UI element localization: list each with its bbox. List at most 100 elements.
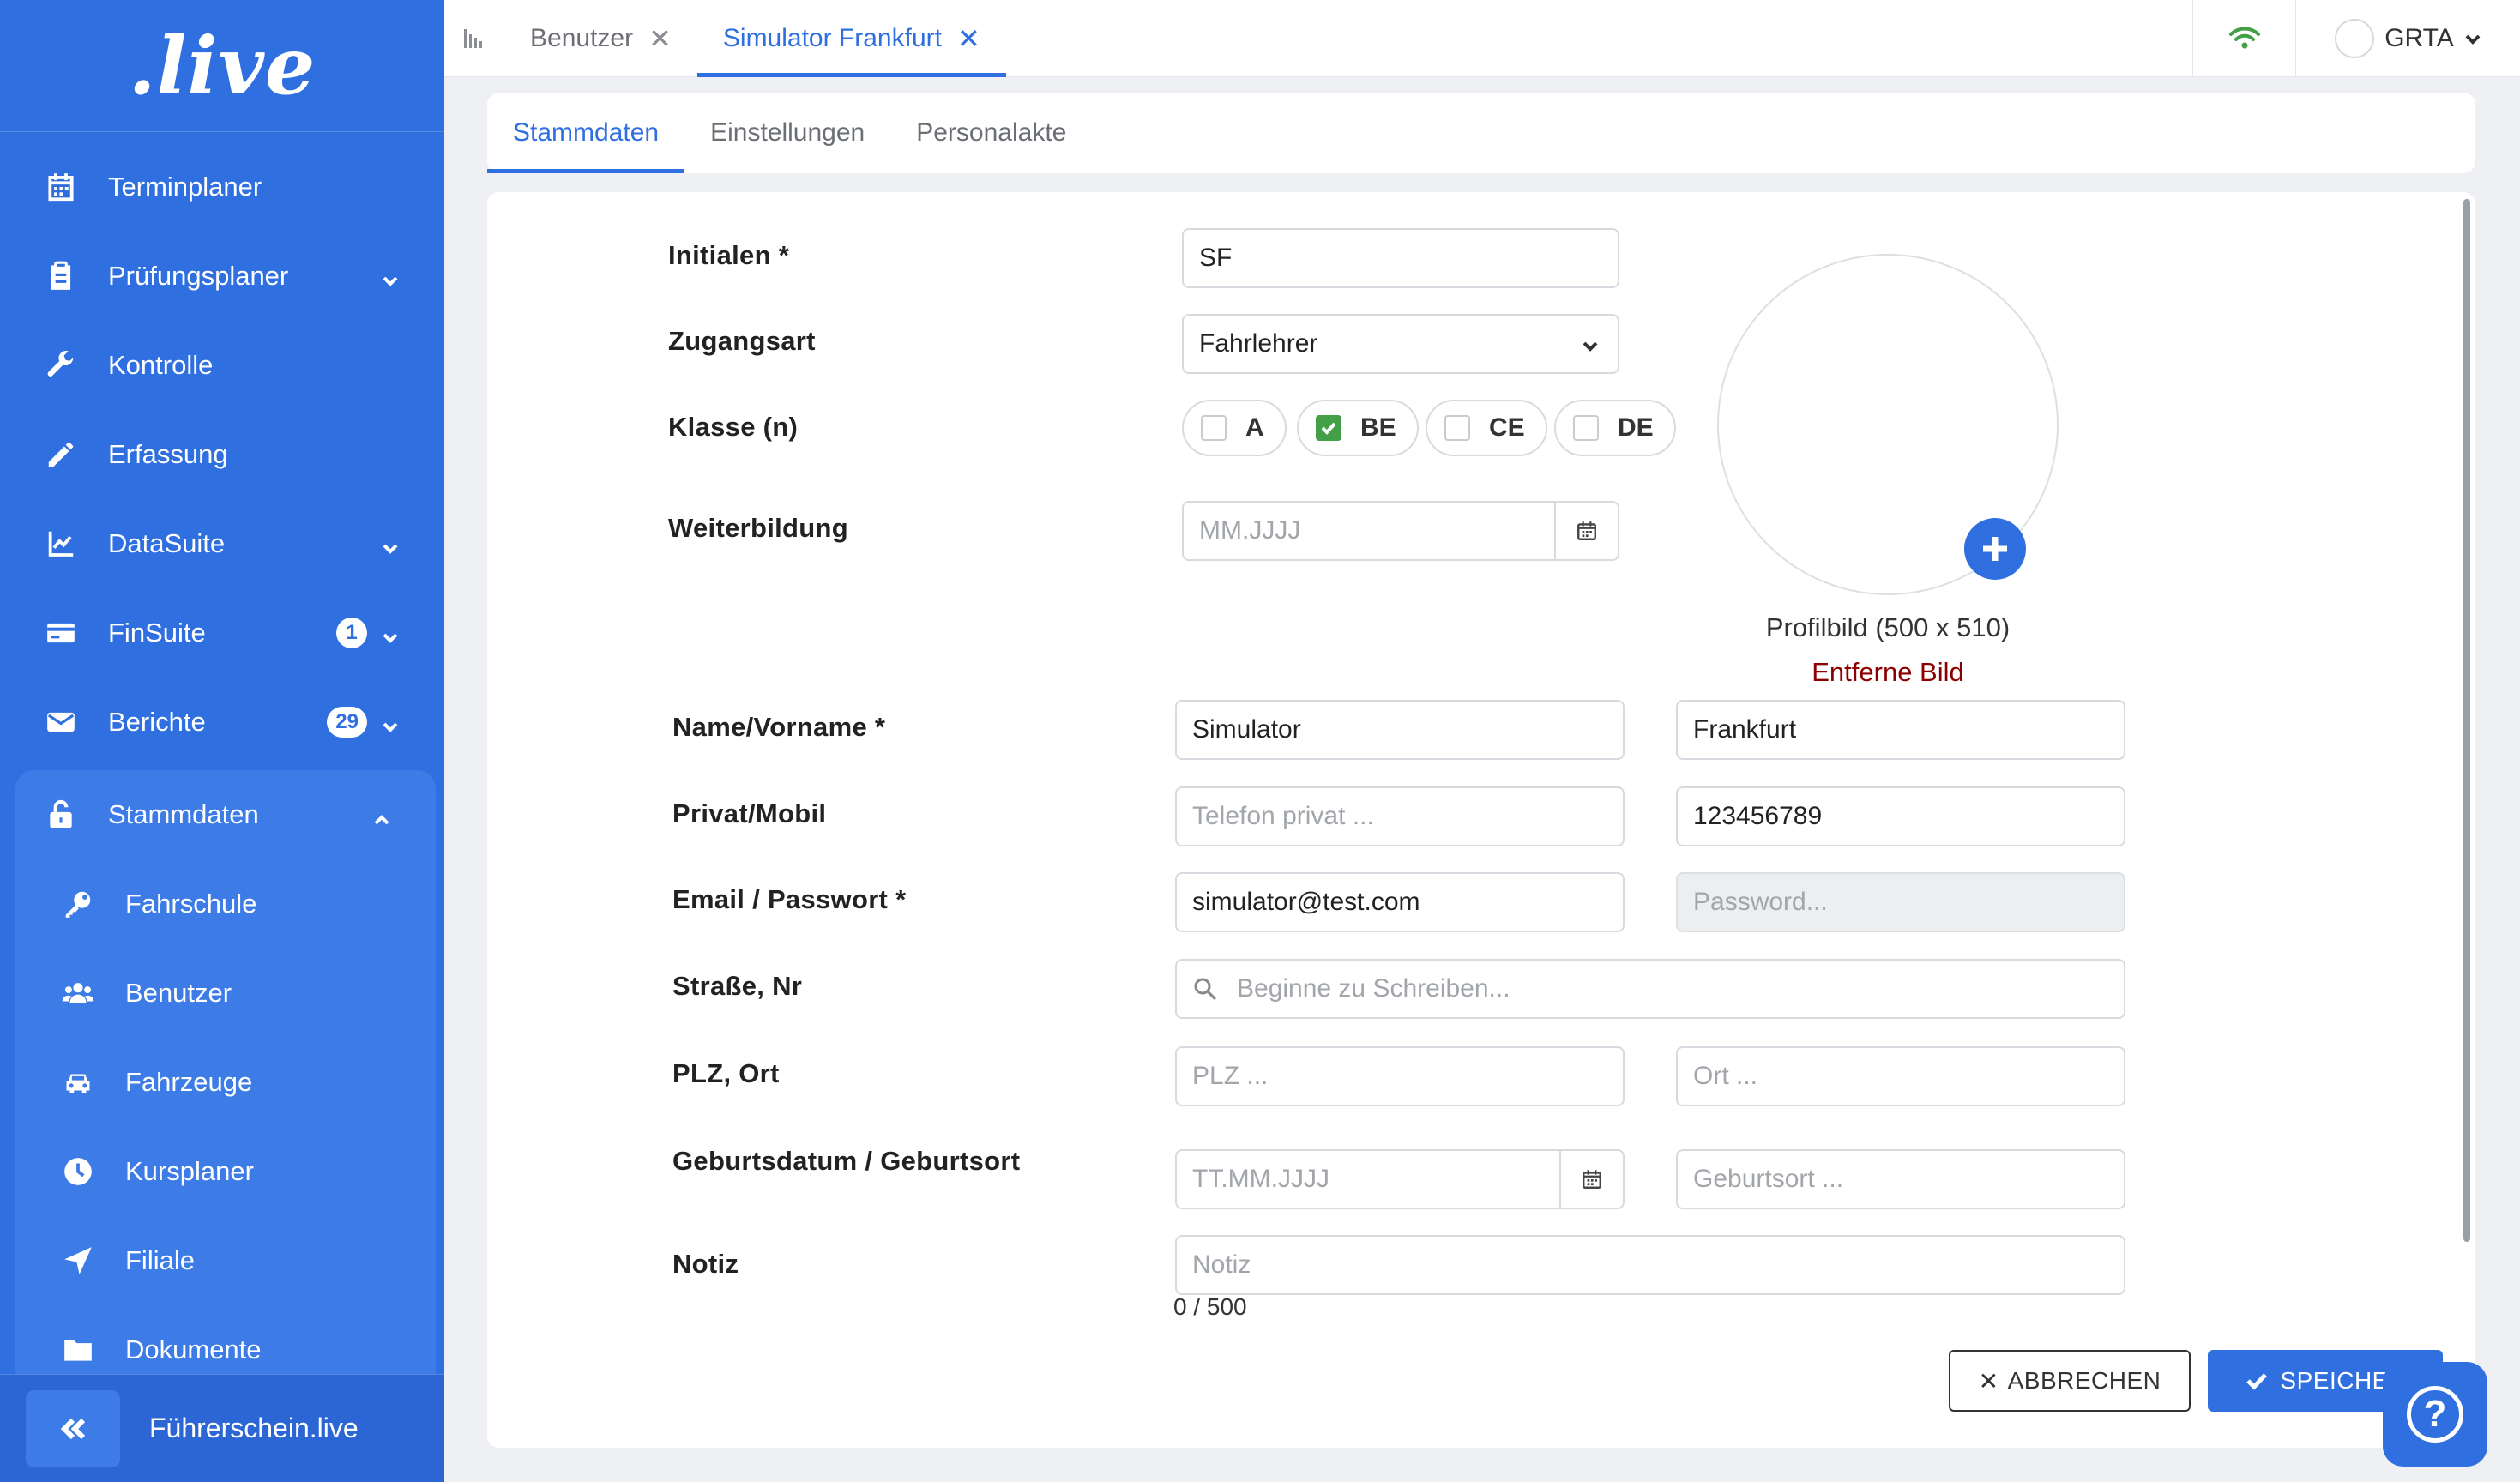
sidebar-item-label: FinSuite bbox=[108, 618, 206, 648]
credit-card-icon bbox=[43, 615, 79, 651]
tab-label: Simulator Frankfurt bbox=[722, 23, 942, 52]
sidebar-item-benutzer[interactable]: Benutzer bbox=[15, 949, 436, 1038]
last-name-value: Simulator bbox=[1192, 715, 1301, 744]
stats-button[interactable] bbox=[444, 0, 504, 76]
pencil-icon bbox=[43, 437, 79, 473]
tab-stammdaten[interactable]: Stammdaten bbox=[487, 93, 685, 173]
initialen-input[interactable]: SF bbox=[1182, 228, 1619, 288]
plz-label: PLZ, Ort bbox=[672, 1058, 780, 1088]
street-placeholder: Beginne zu Schreiben... bbox=[1237, 974, 1510, 1003]
scrollbar[interactable] bbox=[2463, 199, 2470, 1242]
sidebar-item-datasuite[interactable]: DataSuite bbox=[0, 499, 444, 588]
folder-icon bbox=[60, 1332, 96, 1368]
wifi-icon bbox=[2228, 27, 2260, 48]
sidebar-item-terminplaner[interactable]: Terminplaner bbox=[0, 142, 444, 232]
weiterbildung-input[interactable]: MM.JJJJ bbox=[1182, 501, 1619, 561]
street-search-input[interactable]: Beginne zu Schreiben... bbox=[1175, 959, 2125, 1019]
calendar-icon bbox=[1583, 1170, 1601, 1189]
sidebar-item-label: Benutzer bbox=[125, 978, 232, 1008]
chevron-up-icon bbox=[372, 805, 391, 825]
chevron-down-icon bbox=[381, 624, 400, 643]
brand-logo[interactable]: .live bbox=[0, 0, 444, 132]
birth-place-input[interactable]: Geburtsort ... bbox=[1676, 1149, 2125, 1209]
help-button[interactable]: ? bbox=[2383, 1362, 2487, 1467]
sidebar-item-erfassung[interactable]: Erfassung bbox=[0, 410, 444, 499]
weiterbildung-label: Weiterbildung bbox=[668, 513, 848, 543]
note-input[interactable]: Notiz bbox=[1175, 1235, 2125, 1295]
sidebar-item-filiale[interactable]: Filiale bbox=[15, 1216, 436, 1305]
klasse-checkbox-ce[interactable]: CE bbox=[1426, 400, 1547, 456]
klasse-checkbox-be[interactable]: BE bbox=[1297, 400, 1419, 456]
sidebar-item-kursplaner[interactable]: Kursplaner bbox=[15, 1127, 436, 1216]
zugangsart-value: Fahrlehrer bbox=[1199, 329, 1318, 358]
notification-badge: 1 bbox=[336, 618, 367, 648]
tab-einstellungen[interactable]: Einstellungen bbox=[684, 93, 890, 173]
birth-date-input[interactable]: TT.MM.JJJJ bbox=[1175, 1149, 1625, 1209]
search-icon bbox=[1194, 978, 1216, 1000]
chevron-down-icon bbox=[2465, 34, 2481, 45]
sidebar-item-fahrzeuge[interactable]: Fahrzeuge bbox=[15, 1038, 436, 1127]
plz-input[interactable]: PLZ ... bbox=[1175, 1046, 1625, 1106]
calendar-button[interactable] bbox=[1554, 503, 1618, 559]
sidebar-item-label: Kontrolle bbox=[108, 350, 214, 380]
remove-picture-link[interactable]: Entferne Bild bbox=[1717, 657, 2059, 688]
tab-label: Benutzer bbox=[530, 23, 634, 52]
private-phone-input[interactable]: Telefon privat ... bbox=[1175, 786, 1625, 846]
add-profile-picture-button[interactable] bbox=[1964, 518, 2026, 580]
avatar bbox=[2335, 18, 2375, 58]
chevron-down-icon bbox=[381, 267, 400, 286]
last-name-input[interactable]: Simulator bbox=[1175, 700, 1625, 760]
name-label: Name/Vorname * bbox=[672, 712, 886, 742]
sidebar-item-label: Kursplaner bbox=[125, 1156, 254, 1186]
password-input[interactable]: Password... bbox=[1676, 872, 2125, 932]
sidebar-item-label: Stammdaten bbox=[108, 799, 259, 829]
close-icon[interactable]: ✕ bbox=[957, 22, 980, 55]
users-icon bbox=[60, 975, 96, 1011]
sidebar-item-label: Berichte bbox=[108, 707, 206, 737]
ort-input[interactable]: Ort ... bbox=[1676, 1046, 2125, 1106]
profile-picture-label: Profilbild (500 x 510) bbox=[1765, 612, 2011, 642]
location-arrow-icon bbox=[60, 1243, 96, 1279]
zugangsart-label: Zugangsart bbox=[668, 326, 816, 356]
footer-brand-label: Führerschein.live bbox=[149, 1413, 359, 1443]
collapse-sidebar-button[interactable] bbox=[26, 1389, 120, 1467]
close-icon: ✕ bbox=[1978, 1367, 1999, 1395]
user-menu[interactable]: GRTA bbox=[2295, 0, 2520, 76]
notification-badge: 29 bbox=[327, 707, 367, 738]
sidebar-nav: Terminplaner Prüfungsplaner Kontrolle Er… bbox=[0, 132, 444, 1422]
email-input[interactable]: simulator@test.com bbox=[1175, 872, 1625, 932]
sidebar-item-finsuite[interactable]: FinSuite 1 bbox=[0, 588, 444, 678]
close-icon[interactable]: ✕ bbox=[648, 22, 672, 55]
wrench-icon bbox=[43, 347, 79, 383]
chart-line-icon bbox=[43, 526, 79, 562]
klasse-checkbox-a[interactable]: A bbox=[1182, 400, 1287, 456]
checkbox-label: BE bbox=[1360, 413, 1396, 442]
sidebar-item-label: Fahrschule bbox=[125, 889, 257, 919]
birth-label: Geburtsdatum / Geburtsort bbox=[672, 1146, 1021, 1176]
sidebar-item-stammdaten[interactable]: Stammdaten bbox=[15, 770, 436, 859]
connection-status bbox=[2192, 0, 2295, 76]
bar-stats-icon bbox=[464, 28, 482, 48]
zugangsart-select[interactable]: Fahrlehrer bbox=[1182, 314, 1619, 374]
sidebar-item-berichte[interactable]: Berichte 29 bbox=[0, 678, 444, 767]
first-name-input[interactable]: Frankfurt bbox=[1676, 700, 2125, 760]
tab-simulator-frankfurt[interactable]: Simulator Frankfurt ✕ bbox=[696, 0, 1006, 77]
mobile-phone-input[interactable]: 123456789 bbox=[1676, 786, 2125, 846]
sidebar-group-stammdaten: Stammdaten Fahrschule Benutzer Fahrzeuge… bbox=[15, 770, 436, 1422]
klasse-label: Klasse (n) bbox=[668, 412, 799, 442]
sidebar-item-fahrschule[interactable]: Fahrschule bbox=[15, 859, 436, 949]
sidebar-footer: Führerschein.live bbox=[0, 1374, 444, 1482]
weiterbildung-placeholder: MM.JJJJ bbox=[1199, 516, 1301, 545]
car-icon bbox=[60, 1064, 96, 1100]
first-name-value: Frankfurt bbox=[1693, 715, 1797, 744]
sidebar-item-kontrolle[interactable]: Kontrolle bbox=[0, 321, 444, 410]
cancel-button[interactable]: ✕ ABBRECHEN bbox=[1949, 1350, 2191, 1412]
calendar-button[interactable] bbox=[1559, 1151, 1623, 1208]
unlock-icon bbox=[43, 797, 79, 833]
checkbox bbox=[1201, 415, 1227, 441]
sidebar-item-pruefungsplaner[interactable]: Prüfungsplaner bbox=[0, 232, 444, 321]
tab-benutzer[interactable]: Benutzer ✕ bbox=[504, 0, 697, 76]
sidebar-item-label: Filiale bbox=[125, 1245, 195, 1275]
tab-personalakte[interactable]: Personalakte bbox=[890, 93, 1092, 173]
klasse-checkbox-de[interactable]: DE bbox=[1554, 400, 1676, 456]
